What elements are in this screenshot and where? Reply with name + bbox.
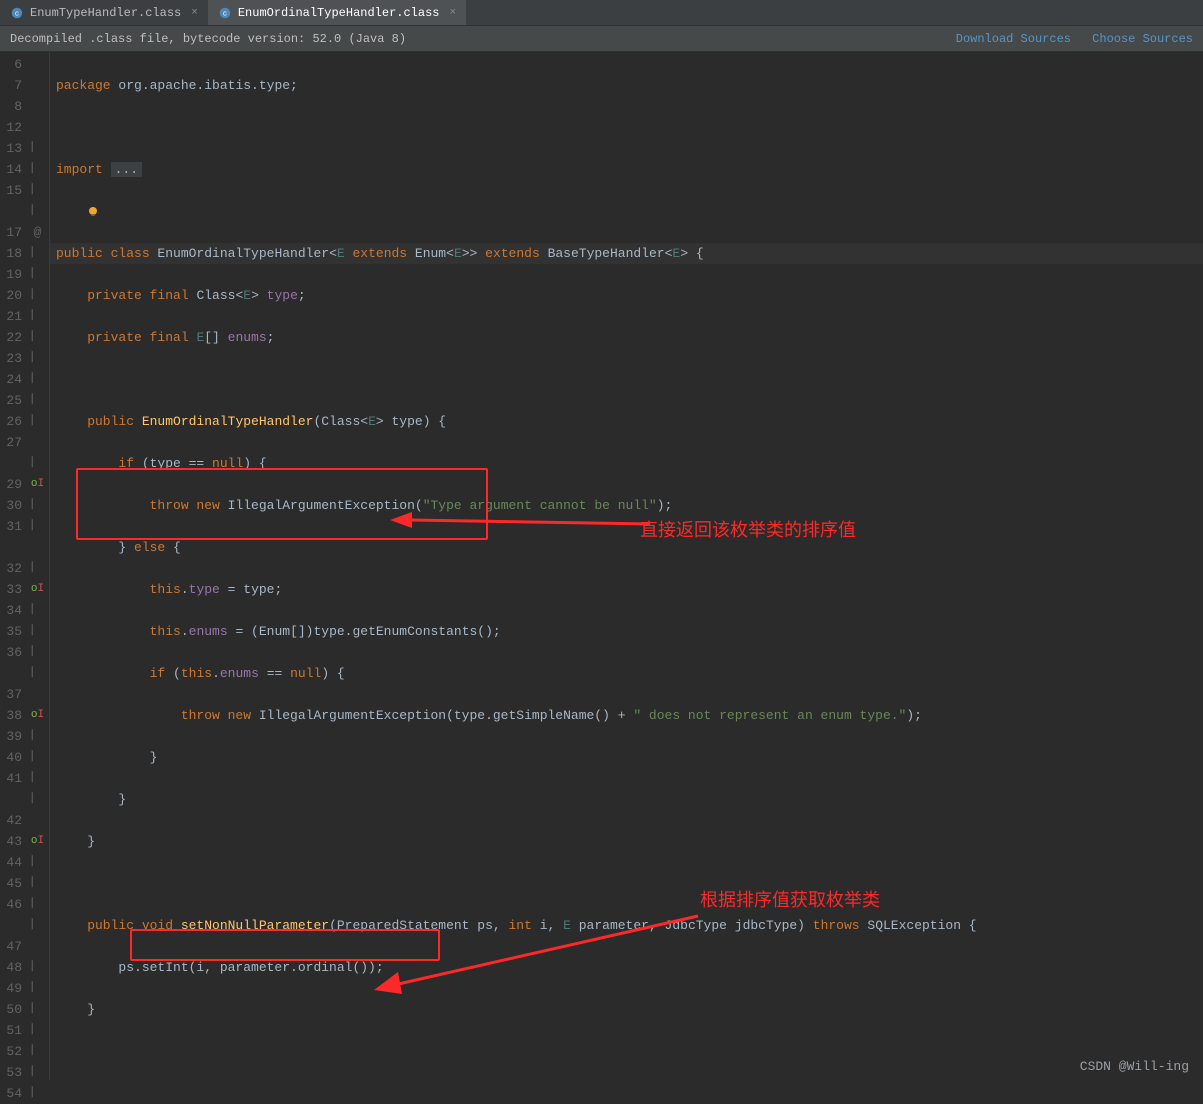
decompile-message: Decompiled .class file, bytecode version… xyxy=(10,32,406,46)
code-editor[interactable]: 6781213141517181920212223242526272930313… xyxy=(0,52,1203,1080)
close-icon[interactable]: × xyxy=(449,7,456,19)
editor-tabs: c EnumTypeHandler.class × c EnumOrdinalT… xyxy=(0,0,1203,26)
choose-sources-link[interactable]: Choose Sources xyxy=(1092,32,1193,46)
decompile-info-bar: Decompiled .class file, bytecode version… xyxy=(0,26,1203,52)
line-numbers: 6781213141517181920212223242526272930313… xyxy=(0,52,26,1080)
svg-text:c: c xyxy=(223,10,227,18)
class-file-icon: c xyxy=(218,6,232,20)
download-sources-link[interactable]: Download Sources xyxy=(956,32,1071,46)
tab-enumtypehandler[interactable]: c EnumTypeHandler.class × xyxy=(0,0,208,25)
annotation-text-2: 根据排序值获取枚举类 xyxy=(700,890,880,911)
gutter-marks: ⎸⎸⎸⎸@⎸⎸⎸⎸⎸⎸⎸⎸⎸⎸oI⎸⎸⎸oI⎸⎸⎸⎸oI⎸⎸⎸⎸oI⎸⎸⎸⎸⎸⎸… xyxy=(26,52,50,1080)
class-file-icon: c xyxy=(10,6,24,20)
close-icon[interactable]: × xyxy=(191,7,198,19)
code-area[interactable]: package org.apache.ibatis.type; import .… xyxy=(50,52,1203,1080)
tab-label: EnumOrdinalTypeHandler.class xyxy=(238,6,440,20)
svg-text:c: c xyxy=(15,10,19,18)
intention-bulb-icon[interactable] xyxy=(87,206,99,218)
tab-label: EnumTypeHandler.class xyxy=(30,6,181,20)
tab-enumordinaltypehandler[interactable]: c EnumOrdinalTypeHandler.class × xyxy=(208,0,466,25)
info-bar-links: Download Sources Choose Sources xyxy=(942,32,1193,46)
csdn-watermark: CSDN @Will-ing xyxy=(1080,1059,1189,1074)
